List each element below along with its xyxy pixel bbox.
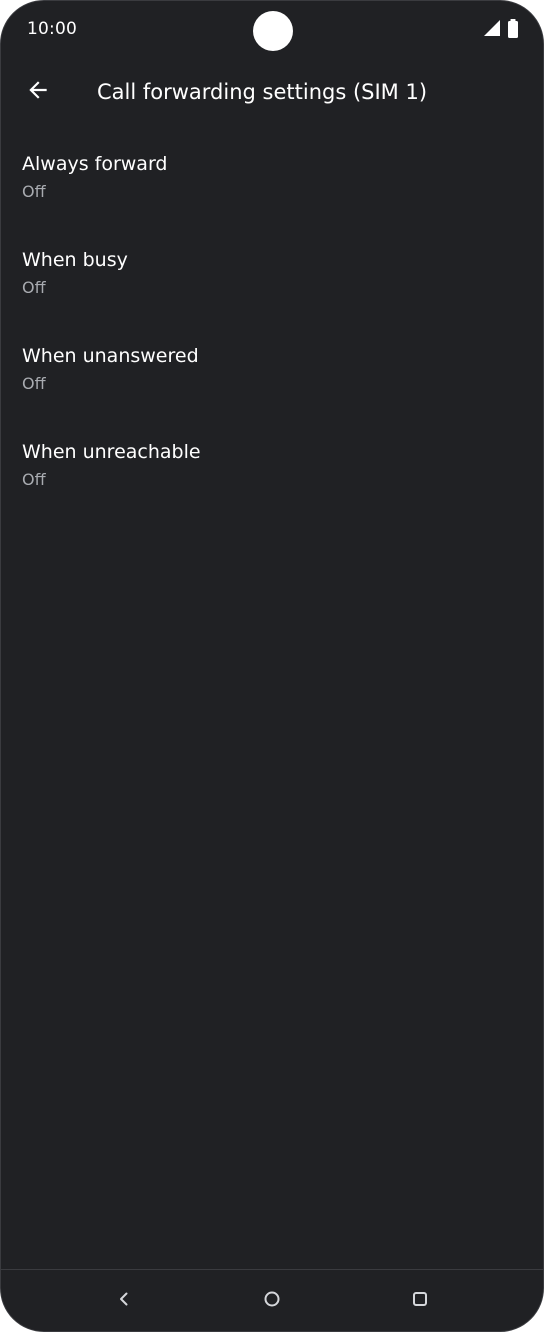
back-button[interactable] <box>15 69 61 115</box>
setting-title: Always forward <box>22 153 168 175</box>
signal-icon <box>483 19 501 41</box>
setting-when-busy[interactable]: When busy Off <box>1 233 543 329</box>
setting-summary: Off <box>22 374 46 393</box>
app-bar: Call forwarding settings (SIM 1) <box>1 63 543 123</box>
setting-summary: Off <box>22 182 46 201</box>
nav-recents-button[interactable] <box>403 1284 437 1318</box>
camera-cutout <box>253 11 293 51</box>
phone-screen: 10:00 Call forwarding settings (SIM 1) A… <box>0 0 544 1332</box>
setting-title: When busy <box>22 249 128 271</box>
status-icons <box>483 18 519 42</box>
page-title: Call forwarding settings (SIM 1) <box>97 80 428 104</box>
nav-recents-icon <box>412 1291 428 1311</box>
setting-when-unreachable[interactable]: When unreachable Off <box>1 425 543 521</box>
setting-title: When unreachable <box>22 441 201 463</box>
nav-back-button[interactable] <box>107 1284 141 1318</box>
setting-when-unanswered[interactable]: When unanswered Off <box>1 329 543 425</box>
status-bar: 10:00 <box>1 1 543 59</box>
setting-title: When unanswered <box>22 345 199 367</box>
navigation-bar <box>1 1269 543 1331</box>
arrow-back-icon <box>25 77 51 107</box>
settings-list: Always forward Off When busy Off When un… <box>1 137 543 521</box>
setting-summary: Off <box>22 470 46 489</box>
setting-always-forward[interactable]: Always forward Off <box>1 137 543 233</box>
nav-home-icon <box>263 1290 281 1312</box>
battery-icon <box>507 18 519 42</box>
status-time: 10:00 <box>27 19 77 39</box>
setting-summary: Off <box>22 278 46 297</box>
nav-back-icon <box>116 1291 132 1311</box>
nav-home-button[interactable] <box>255 1284 289 1318</box>
